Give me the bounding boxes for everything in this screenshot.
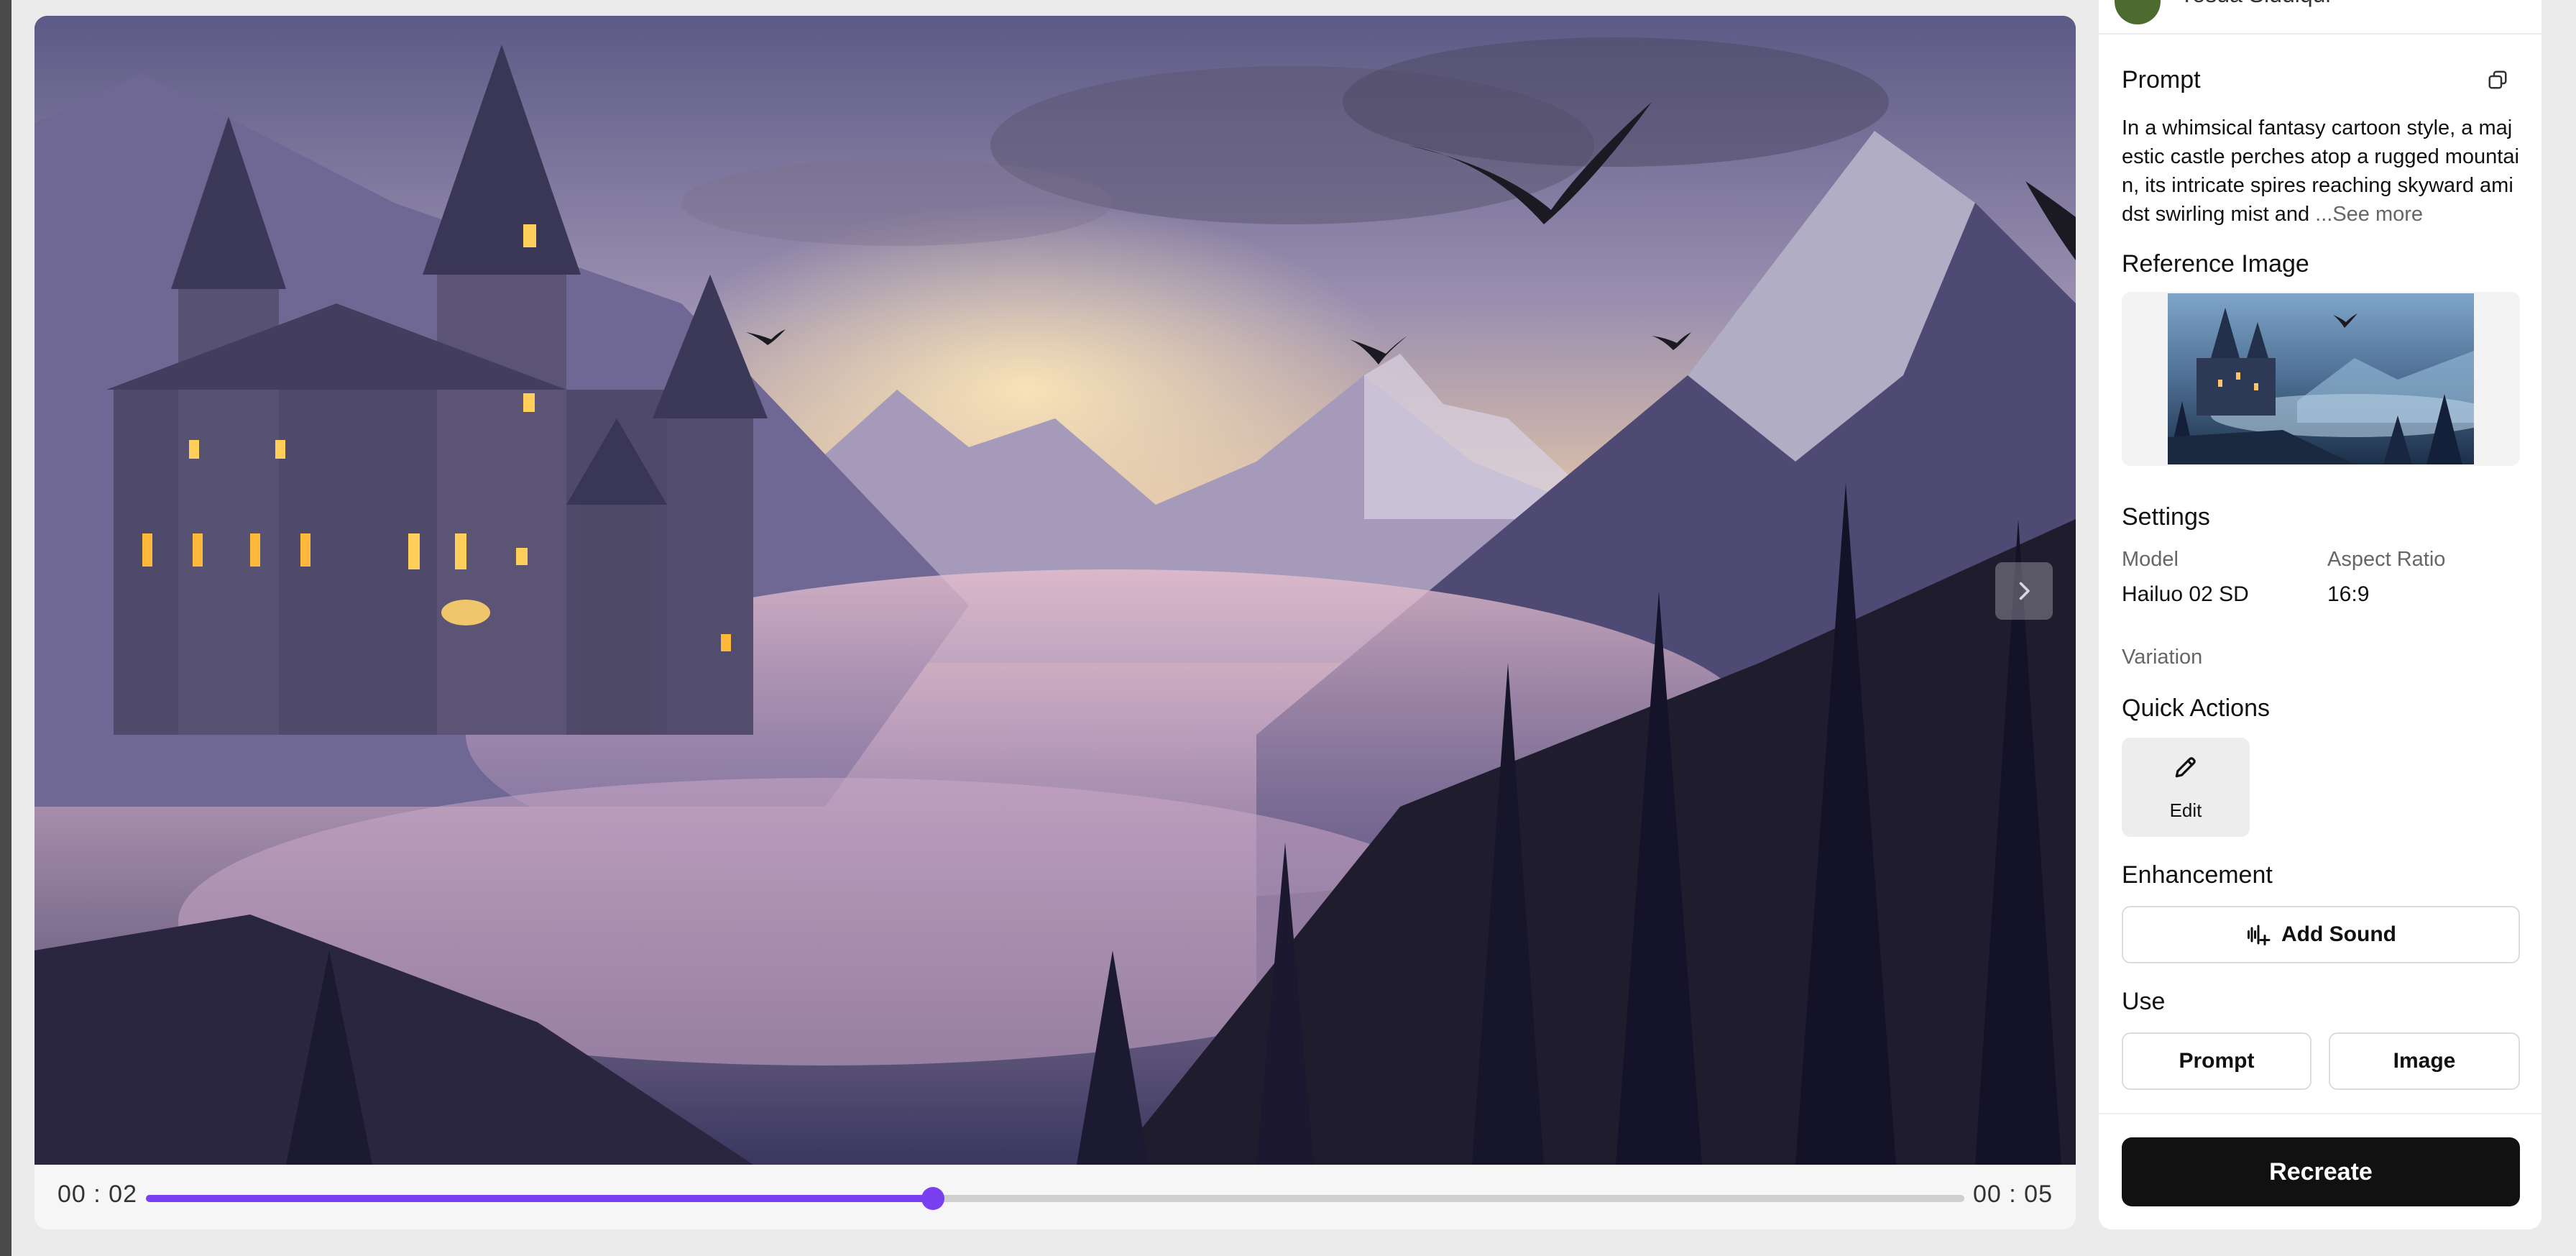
settings-title: Settings <box>2122 503 2210 531</box>
prompt-text: In a whimsical fantasy cartoon style, a … <box>2122 114 2521 229</box>
aspect-ratio-label: Aspect Ratio <box>2327 548 2446 571</box>
use-prompt-label: Prompt <box>2179 1049 2255 1073</box>
duration-time: 00 : 05 <box>1973 1181 2053 1208</box>
reference-image-title: Reference Image <box>2122 250 2309 278</box>
prompt-title: Prompt <box>2122 66 2201 93</box>
progress-thumb[interactable] <box>921 1187 945 1210</box>
add-sound-button[interactable]: Add Sound <box>2122 906 2520 963</box>
use-image-button[interactable]: Image <box>2329 1032 2520 1090</box>
progress-fill <box>146 1195 934 1202</box>
pencil-icon <box>2172 753 2199 784</box>
copy-icon <box>2488 70 2507 89</box>
video-scene <box>34 16 2076 1165</box>
edit-label: Edit <box>2169 799 2202 821</box>
quick-actions-title: Quick Actions <box>2122 695 2270 722</box>
add-sound-label: Add Sound <box>2281 922 2396 946</box>
recreate-button[interactable]: Recreate <box>2122 1137 2520 1206</box>
divider <box>2099 1113 2542 1114</box>
chevron-right-icon <box>2019 582 2030 600</box>
use-prompt-button[interactable]: Prompt <box>2122 1032 2312 1090</box>
copy-prompt-button[interactable] <box>2480 65 2516 95</box>
edit-button[interactable]: Edit <box>2122 738 2250 837</box>
model-value: Hailuo 02 SD <box>2122 582 2249 606</box>
current-time: 00 : 02 <box>58 1181 137 1208</box>
user-header: Yosua Siddiqui <box>2099 0 2542 35</box>
recreate-label: Recreate <box>2269 1158 2373 1186</box>
see-more-link[interactable]: ...See more <box>2315 203 2423 226</box>
aspect-ratio-value: 16:9 <box>2327 582 2370 606</box>
use-title: Use <box>2122 988 2166 1015</box>
avatar[interactable] <box>2115 0 2161 24</box>
reference-image[interactable] <box>2122 292 2520 466</box>
enhancement-title: Enhancement <box>2122 861 2273 889</box>
variation-label: Variation <box>2122 646 2203 669</box>
video-player: 00 : 02 00 : 05 <box>34 16 2076 1229</box>
progress-slider[interactable] <box>146 1187 1964 1210</box>
use-image-label: Image <box>2393 1049 2456 1073</box>
sound-wave-plus-icon <box>2245 922 2271 948</box>
user-name[interactable]: Yosua Siddiqui <box>2179 0 2331 8</box>
model-label: Model <box>2122 548 2179 571</box>
video-controls: 00 : 02 00 : 05 <box>34 1165 2076 1229</box>
next-button[interactable] <box>1995 562 2053 620</box>
reference-thumbnail <box>2168 293 2474 464</box>
video-frame[interactable] <box>34 16 2076 1165</box>
details-panel: Yosua Siddiqui Prompt In a whimsical fan… <box>2099 0 2542 1229</box>
background-strip <box>0 0 12 1256</box>
